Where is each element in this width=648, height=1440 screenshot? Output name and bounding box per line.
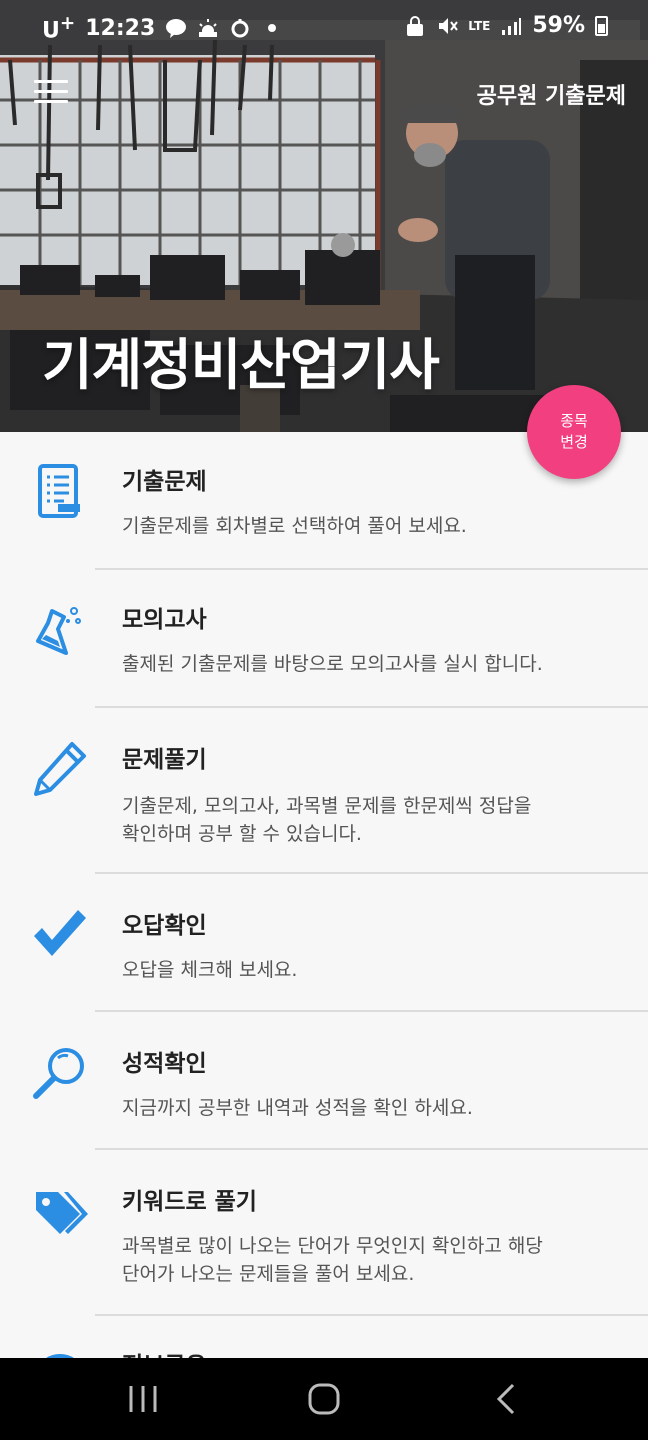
menu-item-title: 기출문제 xyxy=(122,469,207,495)
kakaotalk-icon xyxy=(166,19,187,39)
menu-item-desc: 기출문제를 회차별로 선택하여 풀어 보세요. xyxy=(122,515,467,537)
change-subject-button[interactable]: 종목 변경 xyxy=(527,385,621,479)
tags-icon xyxy=(36,1192,88,1234)
document-icon xyxy=(38,464,80,518)
menu-item-desc: 지금까지 공부한 내역과 성적을 확인 하세요. xyxy=(122,1097,473,1119)
battery-icon xyxy=(595,15,608,36)
alarm-icon xyxy=(231,19,249,38)
menu-item-title: 모의고사 xyxy=(122,607,207,633)
home-icon[interactable] xyxy=(264,1358,384,1440)
info-icon xyxy=(46,1354,74,1358)
clock: 12:23 xyxy=(85,15,156,41)
menu-item-title: 문제풀기 xyxy=(122,747,207,773)
signal-icon xyxy=(502,17,522,35)
exam-title: 기계정비산업기사 xyxy=(42,333,440,397)
magnifier-icon xyxy=(33,1048,84,1099)
menu-item-wrong-answers[interactable]: 오답확인 오답을 체크해 보세요. xyxy=(0,874,648,1012)
menu-item-desc: 오답을 체크해 보세요. xyxy=(122,959,298,981)
dot-icon xyxy=(268,24,277,33)
menu-item-desc: 출제된 기출문제를 바탕으로 모의고사를 실시 합니다. xyxy=(122,653,543,675)
mute-icon xyxy=(439,17,459,34)
menu-item-title: 오답확인 xyxy=(122,913,207,939)
menu-list: 기출문제 기출문제를 회차별로 선택하여 풀어 보세요. 모의고사 출제된 기출… xyxy=(0,432,648,1358)
back-icon[interactable] xyxy=(445,1358,565,1440)
menu-item-info-share[interactable]: 정보공유 xyxy=(0,1316,648,1358)
menu-item-desc: 기출문제, 모의고사, 과목별 문제를 한문제씩 정답을 확인하며 공부 할 수 … xyxy=(122,795,532,845)
carrier-label: U+ xyxy=(42,13,76,44)
recent-apps-icon[interactable] xyxy=(83,1358,203,1440)
menu-item-desc: 과목별로 많이 나오는 단어가 무엇인지 확인하고 해당 단어가 나오는 문제들을… xyxy=(122,1235,543,1285)
pencil-icon xyxy=(34,742,86,796)
app-title: 공무원 기출문제 xyxy=(476,84,626,109)
fab-label-line2: 변경 xyxy=(560,433,588,451)
lock-icon xyxy=(407,15,424,36)
menu-item-title: 정보공유 xyxy=(122,1346,207,1358)
menu-item-grades[interactable]: 성적확인 지금까지 공부한 내역과 성적을 확인 하세요. xyxy=(0,1012,648,1150)
fab-label-line1: 종목 xyxy=(560,412,588,430)
hamburger-icon[interactable] xyxy=(34,80,68,106)
menu-item-mock-exam[interactable]: 모의고사 출제된 기출문제를 바탕으로 모의고사를 실시 합니다. xyxy=(0,570,648,708)
menu-item-keywords[interactable]: 키워드로 풀기 과목별로 많이 나오는 단어가 무엇인지 확인하고 해당 단어가 … xyxy=(0,1150,648,1316)
network-type: LTE xyxy=(468,18,491,33)
hero-banner: U+ 12:23 LTE 59% 공무원 기출문제 기계정비산업기사 xyxy=(0,0,648,432)
menu-item-title: 키워드로 풀기 xyxy=(122,1189,257,1215)
app-screen: U+ 12:23 LTE 59% 공무원 기출문제 기계정비산업기사 종목 변경… xyxy=(0,0,648,1440)
menu-item-title: 성적확인 xyxy=(122,1051,207,1077)
status-bar: U+ 12:23 LTE 59% xyxy=(0,0,648,54)
checkmark-icon xyxy=(34,910,86,956)
menu-item-solve-problems[interactable]: 문제풀기 기출문제, 모의고사, 과목별 문제를 한문제씩 정답을 확인하며 공부… xyxy=(0,708,648,874)
navigation-bar xyxy=(0,1358,648,1440)
weather-icon xyxy=(199,19,218,38)
flask-icon xyxy=(36,607,81,655)
battery-percent: 59% xyxy=(532,13,585,38)
